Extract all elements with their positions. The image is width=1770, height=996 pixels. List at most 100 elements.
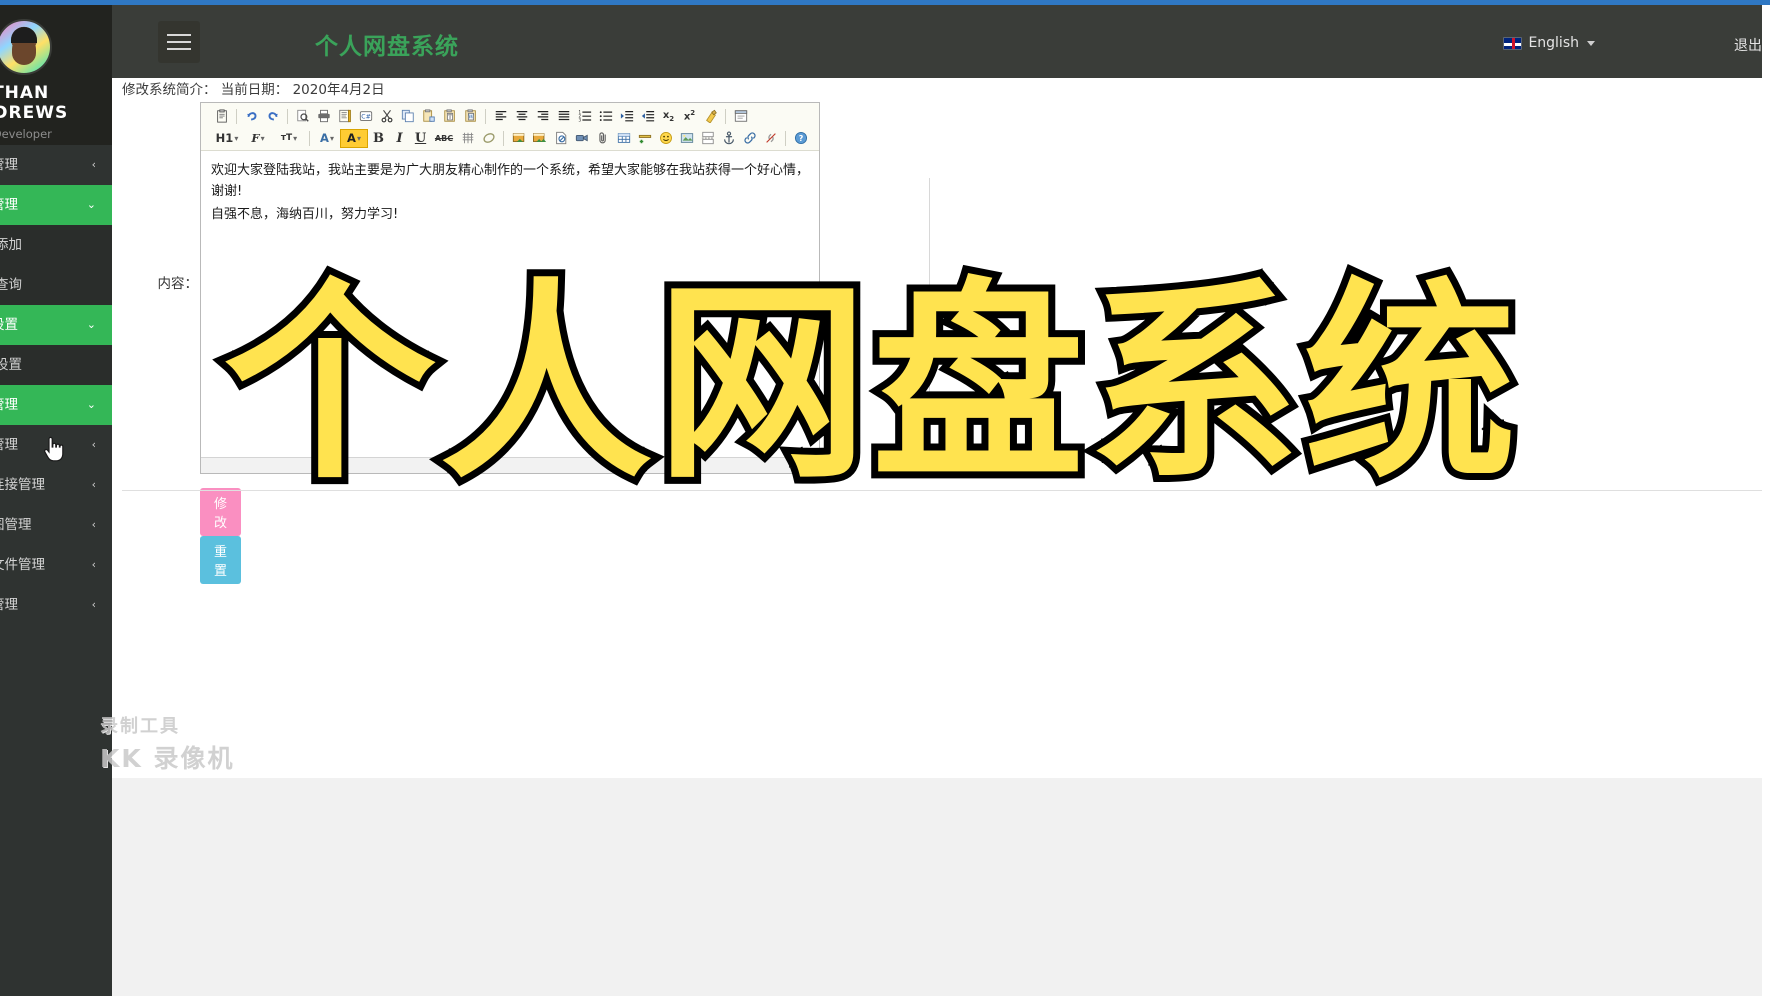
- italic-icon[interactable]: I: [389, 129, 410, 148]
- font-size-label: ᴛT: [280, 133, 293, 143]
- font-size-icon[interactable]: ᴛT ▾: [273, 129, 305, 148]
- sidebar-item-carousel-management[interactable]: 轮播图管理 ‹: [0, 505, 112, 545]
- page-title: 个人网盘系统: [315, 34, 459, 60]
- profile-name-line2: ANDREWS: [0, 103, 69, 123]
- align-justify-icon[interactable]: [553, 107, 574, 126]
- align-left-icon[interactable]: [490, 107, 511, 126]
- font-family-icon[interactable]: F ▾: [243, 129, 273, 148]
- text-color-icon[interactable]: A ▾: [314, 129, 340, 148]
- unordered-list-icon[interactable]: [595, 107, 616, 126]
- superscript-label: x2: [683, 109, 696, 123]
- cut-icon[interactable]: [376, 107, 397, 126]
- bold-icon[interactable]: B: [368, 129, 389, 148]
- sidebar-item-label: 用户管理: [0, 157, 18, 173]
- sidebar-item-register-management[interactable]: 注册管理 ⌄: [0, 385, 112, 425]
- paste-icon[interactable]: [211, 107, 232, 126]
- chevron-down-icon: ⌄: [86, 318, 96, 331]
- align-right-icon[interactable]: [532, 107, 553, 126]
- code-csharp-icon[interactable]: C#: [355, 107, 376, 126]
- rich-text-editor[interactable]: C# T W 1 2 3 x2 x2 H1 ▾ F ▾ ᴛT ▾ A ▾ A ▾…: [200, 102, 820, 474]
- align-center-icon[interactable]: [511, 107, 532, 126]
- sidebar-item-label: 轮播图管理: [0, 517, 32, 533]
- redo-icon[interactable]: [262, 107, 283, 126]
- anchor-icon[interactable]: [718, 129, 739, 148]
- editor-resize-handle[interactable]: [805, 460, 817, 472]
- svg-text:3: 3: [578, 117, 581, 122]
- editor-content-area[interactable]: 欢迎大家登陆我站，我站主要是为广大朋友精心制作的一个系统，希望大家能够在我站获得…: [201, 151, 819, 225]
- remove-format-icon[interactable]: [457, 129, 478, 148]
- toolbar-separator: [485, 108, 486, 124]
- hamburger-icon[interactable]: [158, 21, 200, 63]
- uk-flag-icon: [1503, 36, 1523, 50]
- editor-toolbar-row-1: C# T W 1 2 3 x2 x2: [211, 106, 819, 126]
- paste-text-icon[interactable]: T: [439, 107, 460, 126]
- background-image-icon[interactable]: [676, 129, 697, 148]
- subscript-icon[interactable]: x2: [658, 107, 679, 126]
- sidebar-item-log-management[interactable]: 日志管理 ‹: [0, 585, 112, 625]
- reset-button[interactable]: 重置: [200, 536, 242, 584]
- content-field-label: 内容：: [157, 276, 199, 292]
- strikethrough-icon[interactable]: ABC: [431, 129, 457, 148]
- subscript-label: x2: [662, 109, 675, 123]
- indent-icon[interactable]: [616, 107, 637, 126]
- underline-icon[interactable]: U: [410, 129, 431, 148]
- insert-video-icon[interactable]: [571, 129, 592, 148]
- outdent-icon[interactable]: [637, 107, 658, 126]
- logout-button[interactable]: 退出: [1734, 35, 1762, 55]
- toolbar-separator: [236, 108, 237, 124]
- sidebar-item-notice-management[interactable]: 公告管理 ‹: [0, 425, 112, 465]
- page-break-icon[interactable]: [697, 129, 718, 148]
- bold-label: B: [373, 130, 384, 146]
- sidebar-item-label: 公告管理: [0, 437, 18, 453]
- superscript-icon[interactable]: x2: [679, 107, 700, 126]
- profile-name-line1: NATHAN: [0, 83, 50, 103]
- insert-file-icon[interactable]: [550, 129, 571, 148]
- strikethrough-label: ABC: [434, 133, 454, 143]
- profile-role: Web Developer: [0, 127, 52, 141]
- submit-button[interactable]: 修改: [200, 488, 242, 536]
- user-avatar[interactable]: [0, 19, 52, 75]
- editor-toolbar-row-2: H1 ▾ F ▾ ᴛT ▾ A ▾ A ▾ B I U ABC ?: [211, 128, 819, 148]
- sidebar-item-info-query[interactable]: 信息查询: [0, 265, 112, 305]
- insert-table-icon[interactable]: [613, 129, 634, 148]
- toolbar-separator: [287, 108, 288, 124]
- ordered-list-icon[interactable]: 123: [574, 107, 595, 126]
- emoticon-icon[interactable]: [655, 129, 676, 148]
- toolbar-separator: [309, 130, 310, 146]
- sidebar-item-label: 信息查询: [0, 277, 22, 293]
- preview-icon[interactable]: [292, 107, 313, 126]
- insert-image-icon[interactable]: [508, 129, 529, 148]
- print-icon[interactable]: [313, 107, 334, 126]
- eraser-icon[interactable]: [478, 129, 499, 148]
- chevron-left-icon: ‹: [91, 158, 96, 171]
- sidebar-item-intro-settings-sub[interactable]: 简介设置: [0, 345, 112, 385]
- undo-icon[interactable]: [241, 107, 262, 126]
- sidebar-item-intro-settings[interactable]: 简介设置 ⌄: [0, 305, 112, 345]
- horizontal-rule-icon[interactable]: [634, 129, 655, 148]
- heading-icon[interactable]: H1 ▾: [211, 129, 243, 148]
- insert-multi-image-icon[interactable]: [529, 129, 550, 148]
- paste-plain-icon[interactable]: [418, 107, 439, 126]
- clear-format-icon[interactable]: [700, 107, 721, 126]
- page-footer: [112, 778, 1770, 996]
- paste-word-icon[interactable]: W: [460, 107, 481, 126]
- copy-icon[interactable]: [397, 107, 418, 126]
- form-column-divider: [929, 178, 930, 396]
- sidebar-item-info-add[interactable]: 信息添加: [0, 225, 112, 265]
- template-icon[interactable]: [334, 107, 355, 126]
- sidebar-item-data-management[interactable]: 数据管理 ⌄: [0, 185, 112, 225]
- chevron-down-icon: ▾: [260, 133, 265, 143]
- source-icon[interactable]: [730, 107, 751, 126]
- sidebar-item-user-management[interactable]: 用户管理 ‹: [0, 145, 112, 185]
- chevron-down-icon: ⌄: [86, 398, 96, 411]
- help-icon[interactable]: ?: [790, 129, 811, 148]
- heading-label: H1: [215, 131, 234, 145]
- sidebar-item-friendlink-management[interactable]: 友情连接管理 ‹: [0, 465, 112, 505]
- background-color-icon[interactable]: A ▾: [340, 128, 368, 148]
- unlink-icon[interactable]: [760, 129, 781, 148]
- link-icon[interactable]: [739, 129, 760, 148]
- attachment-icon[interactable]: [592, 129, 613, 148]
- sidebar-item-upload-file-management[interactable]: 上传文件管理 ‹: [0, 545, 112, 585]
- sidebar-item-label: 上传文件管理: [0, 557, 45, 573]
- language-switcher[interactable]: English: [1503, 35, 1595, 51]
